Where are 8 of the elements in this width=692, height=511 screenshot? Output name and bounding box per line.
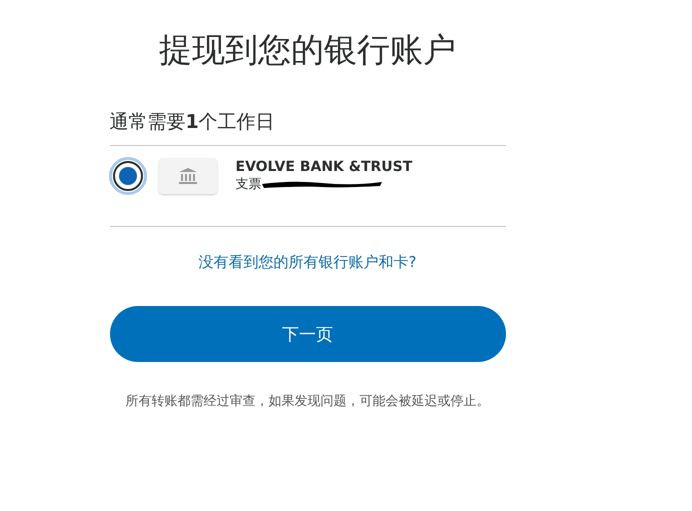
processing-time: 通常需要1个工作日 — [110, 110, 275, 135]
page-title: 提现到您的银行账户 — [159, 29, 456, 71]
missing-accounts-link[interactable]: 没有看到您的所有银行账户和卡? — [198, 253, 416, 272]
bank-icon — [158, 158, 216, 194]
bank-name: EVOLVE BANK &TRUST — [236, 159, 412, 175]
review-notice: 所有转账都需经过审查，如果发现问题，可能会被延迟或停止。 — [124, 393, 490, 411]
next-button[interactable]: 下一页 — [110, 306, 506, 362]
account-type: 支票 — [236, 176, 262, 193]
